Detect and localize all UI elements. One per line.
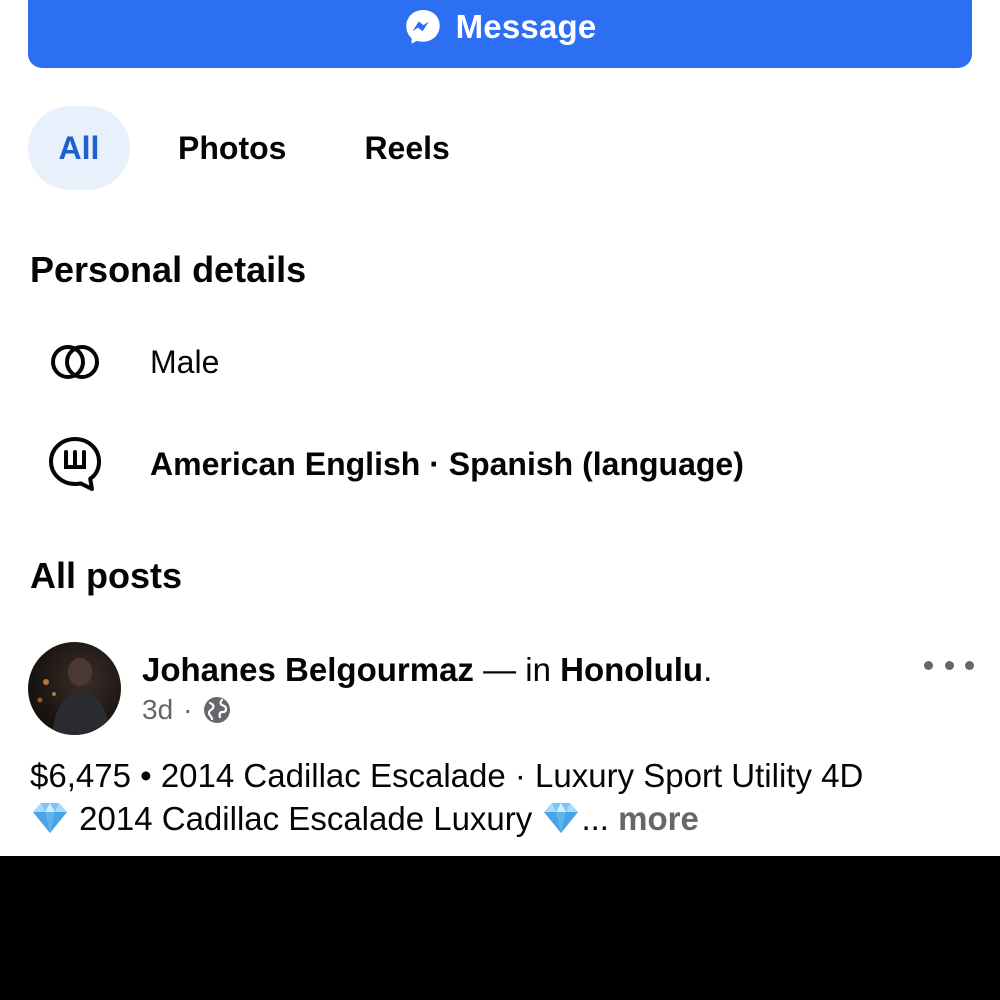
gem-icon <box>30 801 70 835</box>
post-header: Johanes Belgourmaz — in Honolulu. <box>142 650 712 690</box>
post-location-suffix: . <box>703 651 713 688</box>
post-ellipsis: ... <box>581 800 619 837</box>
post-options-button[interactable] <box>924 654 974 676</box>
language-icon <box>46 435 104 493</box>
post-text-line2-text: 2014 Cadillac Escalade Luxury <box>70 800 542 837</box>
gem-icon <box>541 801 581 835</box>
tab-photos[interactable]: Photos <box>178 106 286 190</box>
dot-icon <box>965 660 974 670</box>
all-posts-title: All posts <box>30 555 183 596</box>
gender-icon <box>46 333 104 391</box>
post-meta: 3d · <box>142 694 232 726</box>
see-more-link[interactable]: more <box>618 800 699 837</box>
tab-reels[interactable]: Reels <box>364 106 449 190</box>
post-body: $6,475 • 2014 Cadillac Escalade · Luxury… <box>30 754 980 840</box>
profile-tabs: All Photos Reels <box>28 106 450 190</box>
messenger-icon <box>404 8 442 46</box>
meta-separator: · <box>183 694 193 725</box>
post-time[interactable]: 3d <box>142 694 173 726</box>
globe-icon <box>202 695 232 725</box>
profile-content: Message All Photos Reels Personal detail… <box>0 0 1000 856</box>
detail-gender: Male <box>46 333 219 391</box>
languages-text: American English · Spanish (language) <box>150 445 744 482</box>
post-text-line1: $6,475 • 2014 Cadillac Escalade · Luxury… <box>30 757 864 794</box>
message-button[interactable]: Message <box>28 0 972 68</box>
personal-details-title: Personal details <box>30 249 307 290</box>
post-connector: — in <box>473 651 561 688</box>
dot-icon <box>944 660 954 670</box>
avatar[interactable] <box>28 642 121 735</box>
page: Message All Photos Reels Personal detail… <box>0 0 1000 1000</box>
gender-text: Male <box>150 343 220 380</box>
message-button-label: Message <box>455 8 597 45</box>
post-author[interactable]: Johanes Belgourmaz <box>142 651 474 688</box>
tab-all[interactable]: All <box>28 106 130 190</box>
post-text-line2: 2014 Cadillac Escalade Luxury ... more <box>30 797 980 840</box>
post-location[interactable]: Honolulu <box>560 651 703 688</box>
dot-icon <box>924 660 933 670</box>
detail-languages: American English · Spanish (language) <box>46 435 744 493</box>
bottom-blank-area <box>0 856 1000 1000</box>
